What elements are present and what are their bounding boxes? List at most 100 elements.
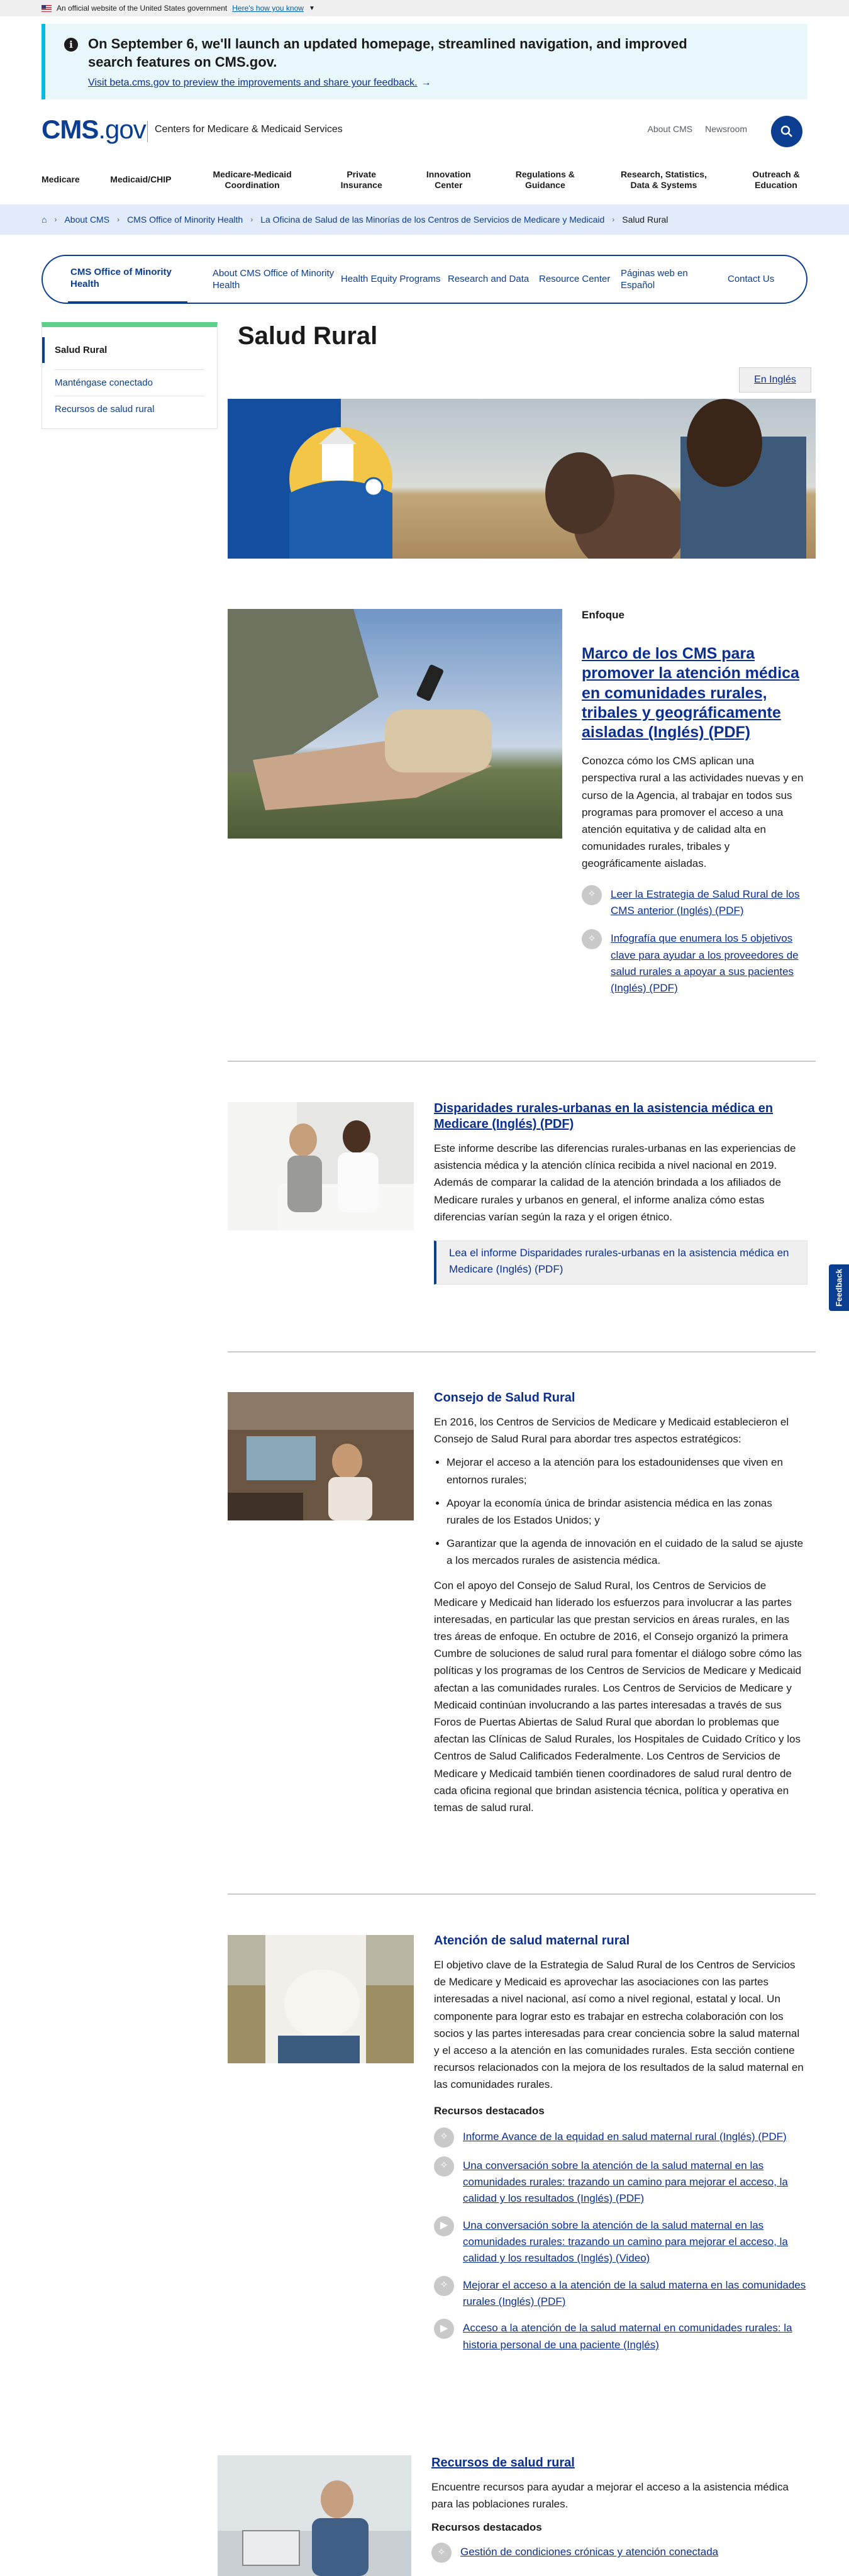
- list-item: Mejorar el acceso a la atención para los…: [447, 1454, 807, 1488]
- site-tagline: Centers for Medicare & Medicaid Services: [155, 124, 343, 135]
- cms-logo[interactable]: CMS.gov: [42, 114, 147, 145]
- enfoque-link-2-text[interactable]: Infografía que enumera los 5 objetivos c…: [611, 930, 808, 996]
- maternal-link-5-text[interactable]: Acceso a la atención de la salud materna…: [463, 2320, 807, 2353]
- consejo-intro: En 2016, los Centros de Servicios de Med…: [434, 1416, 789, 1446]
- home-icon[interactable]: ⌂: [42, 215, 47, 225]
- how-you-know-link[interactable]: Here's how you know: [232, 4, 304, 13]
- maternal-link-3-text[interactable]: Una conversación sobre la atención de la…: [463, 2217, 807, 2267]
- list-item: Garantizar que la agenda de innovación e…: [447, 1535, 807, 1569]
- maternal-content: Atención de salud maternal rural El obje…: [434, 1933, 807, 2353]
- logo-divider: [147, 121, 148, 142]
- breadcrumb-oficina[interactable]: La Oficina de Salud de las Minorías de l…: [260, 215, 604, 225]
- maternal-body: El objetivo clave de la Estrategia de Sa…: [434, 1959, 804, 2091]
- secnav-espanol[interactable]: Páginas web en Español: [618, 255, 725, 304]
- secnav-omh[interactable]: CMS Office of Minority Health: [68, 255, 187, 304]
- enfoque-title[interactable]: Marco de los CMS para promover la atenci…: [582, 644, 808, 742]
- enfoque-content: Enfoque Marco de los CMS para promover l…: [582, 609, 808, 997]
- enfoque-body: Conozca cómo los CMS aplican una perspec…: [582, 755, 804, 870]
- secnav-about[interactable]: About CMS Office of Minority Health: [187, 255, 338, 304]
- main-nav: Medicare Medicaid/CHIP Medicare-Medicaid…: [42, 165, 807, 195]
- maternal-link-1-text[interactable]: Informe Avance de la equidad en salud ma…: [463, 2129, 787, 2145]
- chevron-right-icon: ›: [612, 215, 615, 224]
- breadcrumb-about[interactable]: About CMS: [64, 215, 109, 225]
- maternal-link-5: ▶ Acceso a la atención de la salud matern…: [434, 2319, 807, 2353]
- us-flag-icon: [42, 4, 52, 12]
- maternal-image: [228, 1935, 414, 2063]
- enfoque-link-1-text[interactable]: Leer la Estrategia de Salud Rural de los…: [611, 886, 808, 920]
- nav-research[interactable]: Research, Statistics, Data & Systems: [613, 169, 714, 191]
- sidenav-conectado[interactable]: Manténgase conectado: [42, 370, 217, 396]
- disparidades-body: Este informe describe las diferencias ru…: [434, 1142, 796, 1223]
- language-button[interactable]: En Inglés: [739, 367, 811, 393]
- nav-medicare[interactable]: Medicare: [42, 174, 80, 186]
- disparidades-image: [228, 1102, 414, 1230]
- consejo-content: Consejo de Salud Rural En 2016, los Cent…: [434, 1390, 807, 1816]
- maternal-link-4-text[interactable]: Mejorar el acceso a la atención de la sa…: [463, 2277, 807, 2311]
- nav-medicare-medicaid[interactable]: Medicare-Medicaid Coordination: [202, 169, 302, 191]
- consejo-image: [228, 1392, 414, 1520]
- consejo-list: Mejorar el acceso a la atención para los…: [434, 1454, 807, 1569]
- chevron-right-icon: ›: [117, 215, 120, 224]
- newsroom-link[interactable]: Newsroom: [705, 124, 747, 134]
- recursos-title[interactable]: Recursos de salud rural: [431, 2455, 809, 2471]
- nav-private-insurance[interactable]: Private Insurance: [333, 169, 390, 191]
- maternal-link-2-text[interactable]: Una conversación sobre la atención de la…: [463, 2158, 807, 2207]
- site-header: CMS.gov Centers for Medicare & Medicaid …: [42, 113, 807, 150]
- recursos-resources-label: Recursos destacados: [431, 2521, 542, 2534]
- enfoque-image: [228, 609, 562, 839]
- recursos-link-1-text[interactable]: Gestión de condiciones crónicas y atenci…: [460, 2544, 718, 2560]
- chevron-right-icon: ›: [250, 215, 253, 224]
- disparidades-title[interactable]: Disparidades rurales-urbanas en la asist…: [434, 1101, 807, 1132]
- maternal-link-2: ✧ Una conversación sobre la atención de l…: [434, 2156, 807, 2207]
- site-alert: i On September 6, we'll launch an update…: [42, 24, 807, 99]
- gov-banner-text: An official website of the United States…: [57, 4, 228, 13]
- page-title: Salud Rural: [238, 322, 378, 350]
- pdf-icon: ✧: [434, 2156, 454, 2177]
- search-icon: [780, 125, 792, 137]
- disparidades-report-link[interactable]: Lea el informe Disparidades rurales-urba…: [449, 1247, 789, 1275]
- nav-outreach[interactable]: Outreach & Education: [745, 169, 807, 191]
- pdf-icon: ✧: [434, 2127, 454, 2148]
- maternal-link-3: ▶ Una conversación sobre la atención de l…: [434, 2216, 807, 2267]
- recursos-body: Encuentre recursos para ayudar a mejorar…: [431, 2481, 789, 2511]
- maternal-link-4: ✧ Mejorar el acceso a la atención de la s…: [434, 2275, 807, 2311]
- search-button[interactable]: [771, 116, 802, 147]
- info-icon: i: [64, 38, 78, 52]
- alert-message: On September 6, we'll launch an updated …: [88, 36, 687, 70]
- link-icon: ✧: [431, 2543, 452, 2563]
- utility-nav: About CMS Newsroom: [648, 124, 748, 134]
- enfoque-link-2: ✧ Infografía que enumera los 5 objetivos…: [582, 929, 808, 996]
- secnav-contact[interactable]: Contact Us: [725, 255, 782, 304]
- breadcrumb-omh[interactable]: CMS Office of Minority Health: [127, 215, 243, 225]
- recursos-image: [218, 2455, 411, 2576]
- divider: [228, 1893, 816, 1895]
- consejo-body: Con el apoyo del Consejo de Salud Rural,…: [434, 1579, 802, 1814]
- side-nav: Salud Rural Manténgase conectado Recurso…: [42, 322, 218, 429]
- feedback-button[interactable]: Feedback: [829, 1264, 849, 1311]
- about-cms-link[interactable]: About CMS: [648, 124, 693, 134]
- pdf-icon: ✧: [582, 884, 602, 905]
- enfoque-link-1: ✧ Leer la Estrategia de Salud Rural de l…: [582, 884, 808, 920]
- secnav-health-equity[interactable]: Health Equity Programs: [338, 255, 445, 304]
- maternal-link-1: ✧ Informe Avance de la equidad en salud m…: [434, 2127, 807, 2148]
- secnav-resource[interactable]: Resource Center: [536, 255, 618, 304]
- sidenav-recursos[interactable]: Recursos de salud rural: [42, 396, 217, 422]
- hero-image: [228, 399, 816, 559]
- gov-banner: An official website of the United States…: [0, 0, 849, 16]
- nav-innovation-center[interactable]: Innovation Center: [420, 169, 477, 191]
- divider: [228, 1351, 816, 1352]
- nav-medicaid-chip[interactable]: Medicaid/CHIP: [110, 174, 171, 186]
- pdf-icon: ✧: [434, 2275, 454, 2296]
- recursos-link-1: ✧ Gestión de condiciones crónicas y atenc…: [431, 2543, 809, 2563]
- chevron-right-icon: ›: [54, 215, 57, 224]
- nav-regulations[interactable]: Regulations & Guidance: [508, 169, 583, 191]
- consejo-title: Consejo de Salud Rural: [434, 1391, 575, 1405]
- sidenav-salud-rural[interactable]: Salud Rural: [42, 337, 217, 363]
- pdf-icon: ✧: [582, 929, 602, 950]
- breadcrumb: ⌂ › About CMS › CMS Office of Minority H…: [0, 204, 849, 235]
- alert-link[interactable]: Visit beta.cms.gov to preview the improv…: [88, 77, 418, 89]
- secnav-research[interactable]: Research and Data: [445, 255, 536, 304]
- section-nav: CMS Office of Minority Health About CMS …: [42, 255, 807, 304]
- chevron-down-icon[interactable]: ▼: [309, 5, 315, 12]
- breadcrumb-current: Salud Rural: [622, 215, 669, 225]
